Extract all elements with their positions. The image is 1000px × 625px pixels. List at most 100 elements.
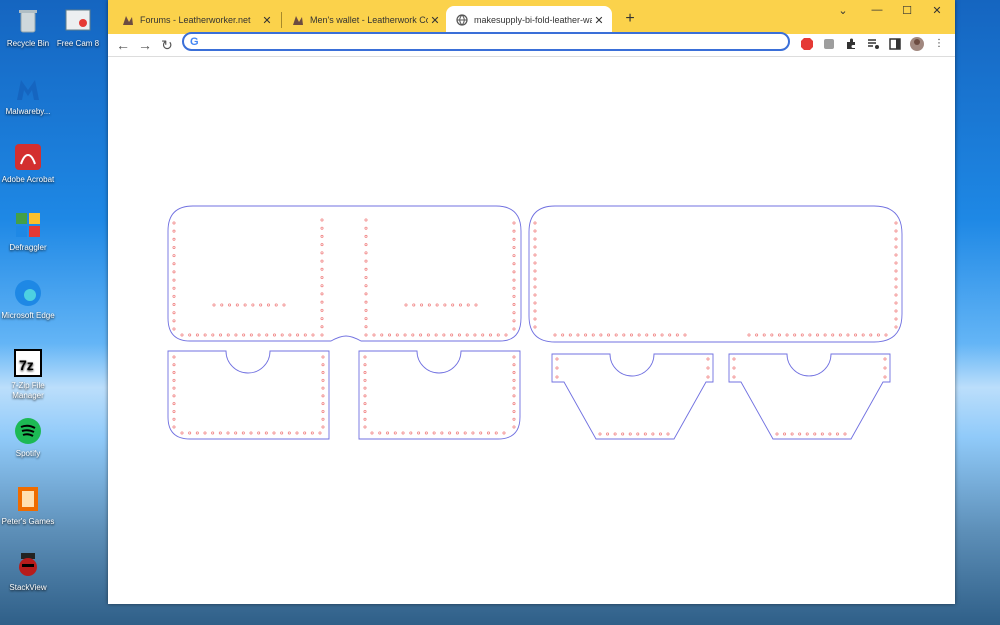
stitch-hole (272, 333, 276, 337)
stitch-hole (443, 303, 447, 307)
stitch-hole (364, 267, 368, 271)
menu-kebab-icon[interactable]: ⋮ (932, 37, 946, 51)
desktop-icon-free-cam[interactable]: Free Cam 8 (50, 6, 106, 49)
avatar[interactable] (910, 37, 924, 51)
stitch-hole (363, 371, 367, 375)
stitch-hole (203, 431, 207, 435)
stitch-hole (172, 221, 176, 225)
extension-square-icon[interactable] (822, 37, 836, 51)
address-bar[interactable]: G (182, 32, 790, 51)
stitch-hole (363, 394, 367, 398)
stitch-hole (426, 333, 430, 337)
stitch-hole (188, 333, 192, 337)
stitch-hole (561, 333, 565, 337)
stitch-hole (637, 333, 641, 337)
stitch-hole (512, 409, 516, 413)
stitch-hole (364, 251, 368, 255)
stitch-hole (512, 270, 516, 274)
stitch-hole (364, 333, 368, 337)
stitch-hole (651, 432, 655, 436)
stitch-hole (321, 355, 325, 359)
close-tab-icon[interactable]: ✕ (260, 14, 274, 27)
stitch-hole (457, 333, 461, 337)
stitch-hole (512, 229, 516, 233)
forward-button[interactable]: → (136, 36, 154, 54)
stitch-hole (894, 229, 898, 233)
close-tab-icon[interactable]: ✕ (592, 14, 606, 27)
desktop-icon-label: StackView (9, 583, 47, 592)
desktop-icon-7zip[interactable]: 7z 7-Zip File Manager (0, 348, 56, 401)
tab-forums[interactable]: Forums - Leatherworker.net ✕ (112, 6, 280, 34)
address-input[interactable] (206, 35, 780, 50)
stitch-hole (364, 275, 368, 279)
stitch-hole (800, 333, 804, 337)
stitch-hole (320, 325, 324, 329)
spotify-icon (13, 416, 43, 446)
tab-makesupply[interactable]: makesupply-bi-fold-leather-wallet ✕ (446, 6, 612, 34)
stitch-hole (372, 333, 376, 337)
stitch-hole (211, 333, 215, 337)
stitch-hole (533, 277, 537, 281)
stitch-hole (883, 357, 887, 361)
stitch-hole (894, 261, 898, 265)
stitch-hole (584, 333, 588, 337)
adblock-icon[interactable] (800, 37, 814, 51)
stitch-hole (555, 375, 559, 379)
reload-button[interactable]: ↻ (158, 36, 176, 54)
desktop-icon-adobe[interactable]: Adobe Acrobat (0, 142, 56, 185)
defraggler-icon (13, 210, 43, 240)
minimize-button[interactable]: — (862, 4, 892, 18)
desktop-icon-peters-games[interactable]: Peter's Games (0, 484, 56, 527)
desktop-icon-defraggler[interactable]: Defraggler (0, 210, 56, 253)
stitch-hole (440, 431, 444, 435)
stitch-hole (486, 431, 490, 435)
stitch-hole (568, 333, 572, 337)
stitch-hole (172, 245, 176, 249)
close-tab-icon[interactable]: ✕ (428, 14, 442, 27)
media-control-icon[interactable] (866, 37, 880, 51)
desktop-icon-malwarebytes[interactable]: Malwareby... (0, 74, 56, 117)
stitch-hole (172, 425, 176, 429)
desktop-icon-label: Malwareby... (5, 107, 51, 116)
stitch-hole (234, 333, 238, 337)
tab-search-chevron-icon[interactable]: ⌄ (828, 4, 858, 18)
close-window-button[interactable]: ✕ (922, 4, 952, 18)
new-tab-button[interactable]: + (620, 10, 640, 28)
stitch-hole (466, 303, 470, 307)
stitch-hole (363, 402, 367, 406)
stitch-hole (894, 277, 898, 281)
desktop-icon-recycle-bin[interactable]: Recycle Bin (0, 6, 56, 49)
stitch-hole (364, 292, 368, 296)
stitch-hole (282, 303, 286, 307)
stitch-hole (321, 417, 325, 421)
stitch-hole (658, 432, 662, 436)
extensions-puzzle-icon[interactable] (844, 37, 858, 51)
desktop-icon-stackview[interactable]: StackView (0, 550, 56, 593)
stitch-hole (320, 226, 324, 230)
stitch-hole (621, 432, 625, 436)
stitch-hole (614, 333, 618, 337)
stitch-hole (555, 366, 559, 370)
tab-mens-wallet[interactable]: Men's wallet - Leatherwork Comm ✕ (282, 6, 448, 34)
side-panel-icon[interactable] (888, 37, 902, 51)
stitch-hole (318, 431, 322, 435)
stitch-hole (808, 333, 812, 337)
desktop-icon-spotify[interactable]: Spotify (0, 416, 56, 459)
stitch-hole (363, 417, 367, 421)
stitch-hole (226, 333, 230, 337)
stitch-hole (211, 431, 215, 435)
stitch-hole (320, 292, 324, 296)
desktop-icon-label: Microsoft Edge (1, 311, 55, 320)
stitch-hole (274, 303, 278, 307)
stitch-hole (180, 431, 184, 435)
stitch-hole (512, 262, 516, 266)
stitch-hole (320, 267, 324, 271)
stitch-hole (172, 394, 176, 398)
back-button[interactable]: ← (114, 36, 132, 54)
stitch-hole (311, 333, 315, 337)
desktop-icon-edge[interactable]: Microsoft Edge (0, 278, 56, 321)
stitch-hole (645, 333, 649, 337)
maximize-button[interactable]: ☐ (892, 4, 922, 18)
stitch-hole (364, 243, 368, 247)
stitch-hole (364, 259, 368, 263)
